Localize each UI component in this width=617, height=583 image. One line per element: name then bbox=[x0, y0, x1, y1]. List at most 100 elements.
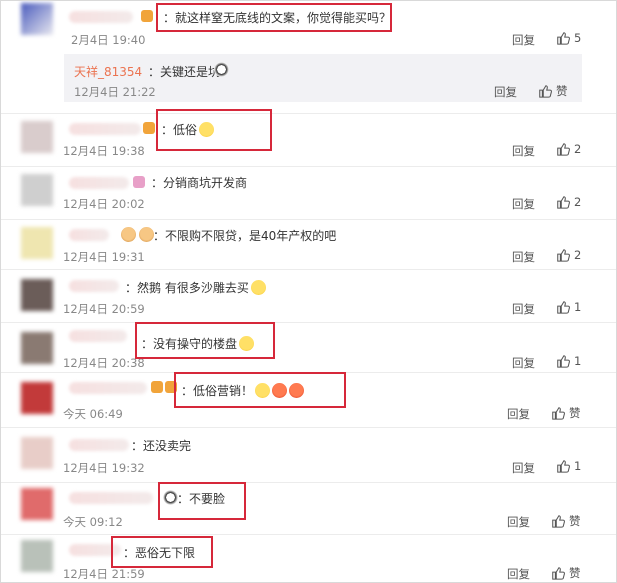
badge-icon bbox=[143, 122, 155, 134]
reply-button[interactable]: 回复 bbox=[507, 566, 530, 582]
nested-time: 12月4日 21:22 bbox=[74, 85, 156, 99]
reply-button[interactable]: 回复 bbox=[512, 355, 535, 371]
badge-icon bbox=[133, 176, 145, 188]
avatar[interactable] bbox=[21, 121, 53, 153]
highlight-box bbox=[156, 109, 272, 151]
like-label: 赞 bbox=[569, 566, 581, 580]
like-label: 赞 bbox=[556, 84, 568, 98]
avatar[interactable] bbox=[21, 3, 53, 35]
like-button[interactable]: 赞 bbox=[551, 565, 581, 581]
badge-icon bbox=[141, 10, 153, 22]
reply-button[interactable]: 回复 bbox=[512, 143, 535, 159]
highlight-box bbox=[111, 536, 213, 568]
username-blurred[interactable] bbox=[69, 123, 141, 135]
comment-item: ：恶俗无下限 12月4日 21:59 回复 赞 bbox=[1, 534, 616, 582]
highlight-box bbox=[174, 372, 346, 408]
like-button[interactable]: 赞 bbox=[551, 513, 581, 529]
like-button[interactable]: 2 bbox=[556, 248, 581, 262]
highlight-box bbox=[158, 482, 246, 520]
avatar[interactable] bbox=[21, 540, 53, 572]
like-count: 2 bbox=[574, 142, 582, 156]
thumb-up-icon bbox=[557, 32, 570, 45]
username-blurred[interactable] bbox=[69, 439, 129, 451]
comment-item: ：低俗营销！ 今天 06:49 回复 赞 bbox=[1, 372, 616, 428]
comment-time: 12月4日 19:32 bbox=[63, 461, 145, 475]
like-button[interactable]: 2 bbox=[556, 195, 581, 209]
avatar[interactable] bbox=[21, 488, 53, 520]
comment-item: ：还没卖完 12月4日 19:32 回复 1 bbox=[1, 427, 616, 483]
avatar[interactable] bbox=[21, 382, 53, 414]
comment-text: ：还没卖完 bbox=[131, 439, 192, 453]
avatar[interactable] bbox=[21, 174, 53, 206]
thumb-up-icon bbox=[552, 567, 565, 580]
like-count: 1 bbox=[574, 354, 582, 368]
comment-item: ：就这样窒无底线的文案，你觉得能买吗？ 2月4日 19:40 回复 5 天祥_8… bbox=[1, 1, 616, 114]
like-count: 1 bbox=[574, 300, 582, 314]
reply-button[interactable]: 回复 bbox=[507, 406, 530, 422]
emoji-icon bbox=[214, 62, 229, 77]
like-count: 2 bbox=[574, 248, 582, 262]
comment-time: 12月4日 20:59 bbox=[63, 302, 145, 316]
avatar[interactable] bbox=[21, 279, 53, 311]
reply-button[interactable]: 回复 bbox=[512, 301, 535, 317]
username-blurred[interactable] bbox=[69, 382, 147, 394]
comment-time: 2月4日 19:40 bbox=[71, 33, 146, 47]
comment-item: ：然鹅 有很多沙雕去买 12月4日 20:59 回复 1 bbox=[1, 269, 616, 323]
like-button[interactable]: 1 bbox=[556, 300, 581, 314]
avatar[interactable] bbox=[21, 227, 53, 259]
username-blurred[interactable] bbox=[69, 229, 109, 241]
username-blurred[interactable] bbox=[69, 280, 119, 292]
comment-item: ：分销商坑开发商 12月4日 20:02 回复 2 bbox=[1, 166, 616, 220]
like-count: 5 bbox=[574, 31, 582, 45]
like-count: 2 bbox=[574, 195, 582, 209]
comment-text: ：分销商坑开发商 bbox=[151, 176, 248, 190]
highlight-box bbox=[156, 3, 392, 32]
like-button[interactable]: 1 bbox=[556, 354, 581, 368]
like-label: 赞 bbox=[569, 514, 581, 528]
emoji-icon bbox=[250, 280, 266, 295]
comment-time: 12月4日 21:59 bbox=[63, 567, 145, 581]
like-button[interactable]: 赞 bbox=[551, 405, 581, 421]
avatar[interactable] bbox=[21, 437, 53, 469]
username-blurred[interactable] bbox=[69, 11, 133, 23]
comment-time: 12月4日 20:38 bbox=[63, 356, 145, 370]
thumb-up-icon bbox=[557, 460, 570, 473]
like-button[interactable]: 5 bbox=[556, 31, 581, 45]
comment-time: 12月4日 19:38 bbox=[63, 144, 145, 158]
comment-item: ：不限购不限贷，是40年产权的吧 12月4日 19:31 回复 2 bbox=[1, 219, 616, 270]
reply-button[interactable]: 回复 bbox=[507, 514, 530, 530]
like-count: 1 bbox=[574, 459, 582, 473]
highlight-box bbox=[135, 322, 275, 359]
username-blurred[interactable] bbox=[69, 330, 127, 342]
comment-time: 12月4日 19:31 bbox=[63, 250, 145, 264]
comment-list: ：就这样窒无底线的文案，你觉得能买吗？ 2月4日 19:40 回复 5 天祥_8… bbox=[0, 0, 617, 583]
reply-button[interactable]: 回复 bbox=[512, 249, 535, 265]
comment-time: 12月4日 20:02 bbox=[63, 197, 145, 211]
reply-button[interactable]: 回复 bbox=[512, 32, 535, 48]
comment-time: 今天 06:49 bbox=[63, 407, 123, 421]
like-button[interactable]: 1 bbox=[556, 459, 581, 473]
thumb-up-icon bbox=[557, 301, 570, 314]
badge-icon bbox=[151, 381, 163, 393]
nested-username[interactable]: 天祥_81354 bbox=[74, 63, 142, 80]
thumb-up-icon bbox=[552, 515, 565, 528]
comment-text: ：不限购不限贷，是40年产权的吧 bbox=[153, 229, 337, 243]
thumb-up-icon bbox=[557, 355, 570, 368]
thumb-up-icon bbox=[552, 407, 565, 420]
comment-item: ：没有操守的楼盘 12月4日 20:38 回复 1 bbox=[1, 322, 616, 373]
nested-text: ：关键还是坑 bbox=[148, 65, 221, 79]
thumb-up-icon bbox=[557, 143, 570, 156]
reply-button[interactable]: 回复 bbox=[512, 196, 535, 212]
reply-button[interactable]: 回复 bbox=[512, 460, 535, 476]
avatar[interactable] bbox=[21, 332, 53, 364]
comment-time: 今天 09:12 bbox=[63, 515, 123, 529]
emoji-icon bbox=[139, 227, 154, 242]
emoji-icon bbox=[121, 227, 136, 242]
nested-like-button[interactable]: 赞 bbox=[538, 83, 568, 99]
username-blurred[interactable] bbox=[69, 492, 153, 504]
username-blurred[interactable] bbox=[69, 177, 129, 189]
thumb-up-icon bbox=[557, 249, 570, 262]
nested-reply-button[interactable]: 回复 bbox=[494, 84, 517, 100]
like-button[interactable]: 2 bbox=[556, 142, 581, 156]
like-label: 赞 bbox=[569, 406, 581, 420]
